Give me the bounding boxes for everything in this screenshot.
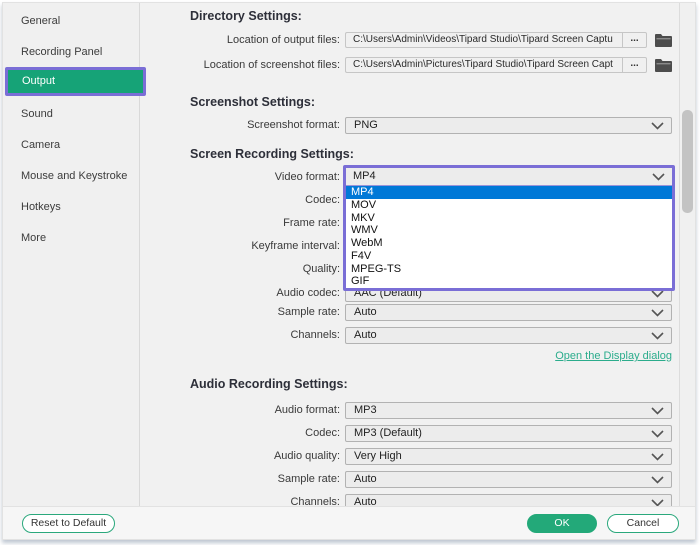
video-format-select[interactable]: MP4 [346, 168, 672, 186]
chevron-down-icon [651, 122, 664, 130]
chevron-down-icon [651, 407, 664, 415]
sidebar-item-camera[interactable]: Camera [3, 130, 140, 161]
option-f4v[interactable]: F4V [346, 250, 672, 263]
chevron-down-icon [651, 476, 664, 484]
settings-window: General Recording Panel Output Sound Cam… [2, 2, 696, 540]
reset-to-default-button[interactable]: Reset to Default [22, 514, 115, 533]
option-mpeg-ts[interactable]: MPEG-TS [346, 263, 672, 276]
screenshot-settings-heading: Screenshot Settings: [190, 95, 316, 109]
video-format-value: MP4 [353, 170, 376, 182]
sidebar: General Recording Panel Output Sound Cam… [3, 3, 146, 508]
folder-icon [654, 33, 672, 47]
sidebar-item-recording-panel[interactable]: Recording Panel [3, 37, 140, 68]
screenshot-files-path-field[interactable]: C:\Users\Admin\Pictures\Tipard Studio\Ti… [345, 57, 622, 73]
folder-icon [654, 58, 672, 72]
chevron-down-icon [651, 290, 664, 298]
audio-quality-select[interactable]: Very High [345, 448, 672, 465]
option-mp4[interactable]: MP4 [346, 186, 672, 199]
channels-value: Auto [354, 329, 377, 341]
open-display-dialog-link[interactable]: Open the Display dialog [345, 350, 672, 362]
scrollbar-thumb[interactable] [682, 110, 693, 213]
video-format-dropdown: MP4 MP4 MOV MKV WMV WebM F4V MPEG-TS GIF [343, 165, 675, 291]
sidebar-item-more[interactable]: More [3, 223, 140, 254]
audio-codec2-label: Codec: [305, 427, 340, 439]
screen-recording-settings-heading: Screen Recording Settings: [190, 147, 354, 161]
chevron-down-icon [652, 173, 665, 181]
option-mkv[interactable]: MKV [346, 212, 672, 225]
screenshot-files-row: C:\Users\Admin\Pictures\Tipard Studio\Ti… [345, 57, 673, 73]
audio-sample-rate-label: Sample rate: [277, 473, 340, 485]
dialog-footer: Reset to Default OK Cancel [3, 506, 695, 539]
audio-codec2-value: MP3 (Default) [354, 427, 422, 439]
quality-label: Quality: [302, 263, 340, 275]
option-webm[interactable]: WebM [346, 237, 672, 250]
output-files-label: Location of output files: [226, 34, 340, 46]
vertical-scrollbar[interactable] [679, 3, 695, 508]
audio-codec2-select[interactable]: MP3 (Default) [345, 425, 672, 442]
cancel-button[interactable]: Cancel [607, 514, 679, 533]
settings-dialog: General Recording Panel Output Sound Cam… [0, 0, 700, 545]
sidebar-item-sound[interactable]: Sound [3, 99, 140, 130]
keyframe-interval-label: Keyframe interval: [251, 240, 340, 252]
video-format-options: MP4 MOV MKV WMV WebM F4V MPEG-TS GIF [346, 186, 672, 288]
sample-rate-value: Auto [354, 306, 377, 318]
screenshot-files-folder-button[interactable] [653, 57, 673, 73]
chevron-down-icon [651, 430, 664, 438]
sidebar-item-hotkeys[interactable]: Hotkeys [3, 192, 140, 223]
directory-settings-heading: Directory Settings: [190, 9, 302, 23]
sidebar-item-output[interactable]: Output [5, 67, 146, 96]
audio-format-value: MP3 [354, 404, 377, 416]
sidebar-item-mouse-and-keystroke[interactable]: Mouse and Keystroke [3, 161, 140, 192]
audio-quality-label: Audio quality: [273, 450, 340, 462]
audio-codec-label: Audio codec: [276, 287, 340, 299]
output-files-folder-button[interactable] [653, 32, 673, 48]
ok-button[interactable]: OK [527, 514, 597, 533]
video-format-label: Video format: [274, 171, 340, 183]
channels-select[interactable]: Auto [345, 327, 672, 344]
audio-recording-settings-heading: Audio Recording Settings: [190, 377, 348, 391]
option-gif[interactable]: GIF [346, 275, 672, 288]
sample-rate-select[interactable]: Auto [345, 304, 672, 321]
chevron-down-icon [651, 453, 664, 461]
sidebar-item-general[interactable]: General [3, 6, 140, 37]
output-files-browse-button[interactable]: ... [622, 32, 647, 48]
audio-format-select[interactable]: MP3 [345, 402, 672, 419]
audio-sample-rate-value: Auto [354, 473, 377, 485]
audio-quality-value: Very High [354, 450, 402, 462]
screenshot-files-label: Location of screenshot files: [203, 59, 340, 71]
chevron-down-icon [651, 309, 664, 317]
channels-label: Channels: [290, 329, 340, 341]
screenshot-format-label: Screenshot format: [247, 119, 340, 131]
frame-rate-label: Frame rate: [283, 217, 340, 229]
sample-rate-label: Sample rate: [277, 306, 340, 318]
screenshot-files-browse-button[interactable]: ... [622, 57, 647, 73]
option-wmv[interactable]: WMV [346, 224, 672, 237]
screenshot-format-value: PNG [354, 119, 378, 131]
screenshot-format-select[interactable]: PNG [345, 117, 672, 134]
codec-label: Codec: [305, 194, 340, 206]
settings-content: Directory Settings: Location of output f… [141, 3, 682, 511]
output-files-path-field[interactable]: C:\Users\Admin\Videos\Tipard Studio\Tipa… [345, 32, 622, 48]
chevron-down-icon [651, 332, 664, 340]
output-files-row: C:\Users\Admin\Videos\Tipard Studio\Tipa… [345, 32, 673, 48]
audio-sample-rate-select[interactable]: Auto [345, 471, 672, 488]
audio-format-label: Audio format: [274, 404, 340, 416]
option-mov[interactable]: MOV [346, 199, 672, 212]
